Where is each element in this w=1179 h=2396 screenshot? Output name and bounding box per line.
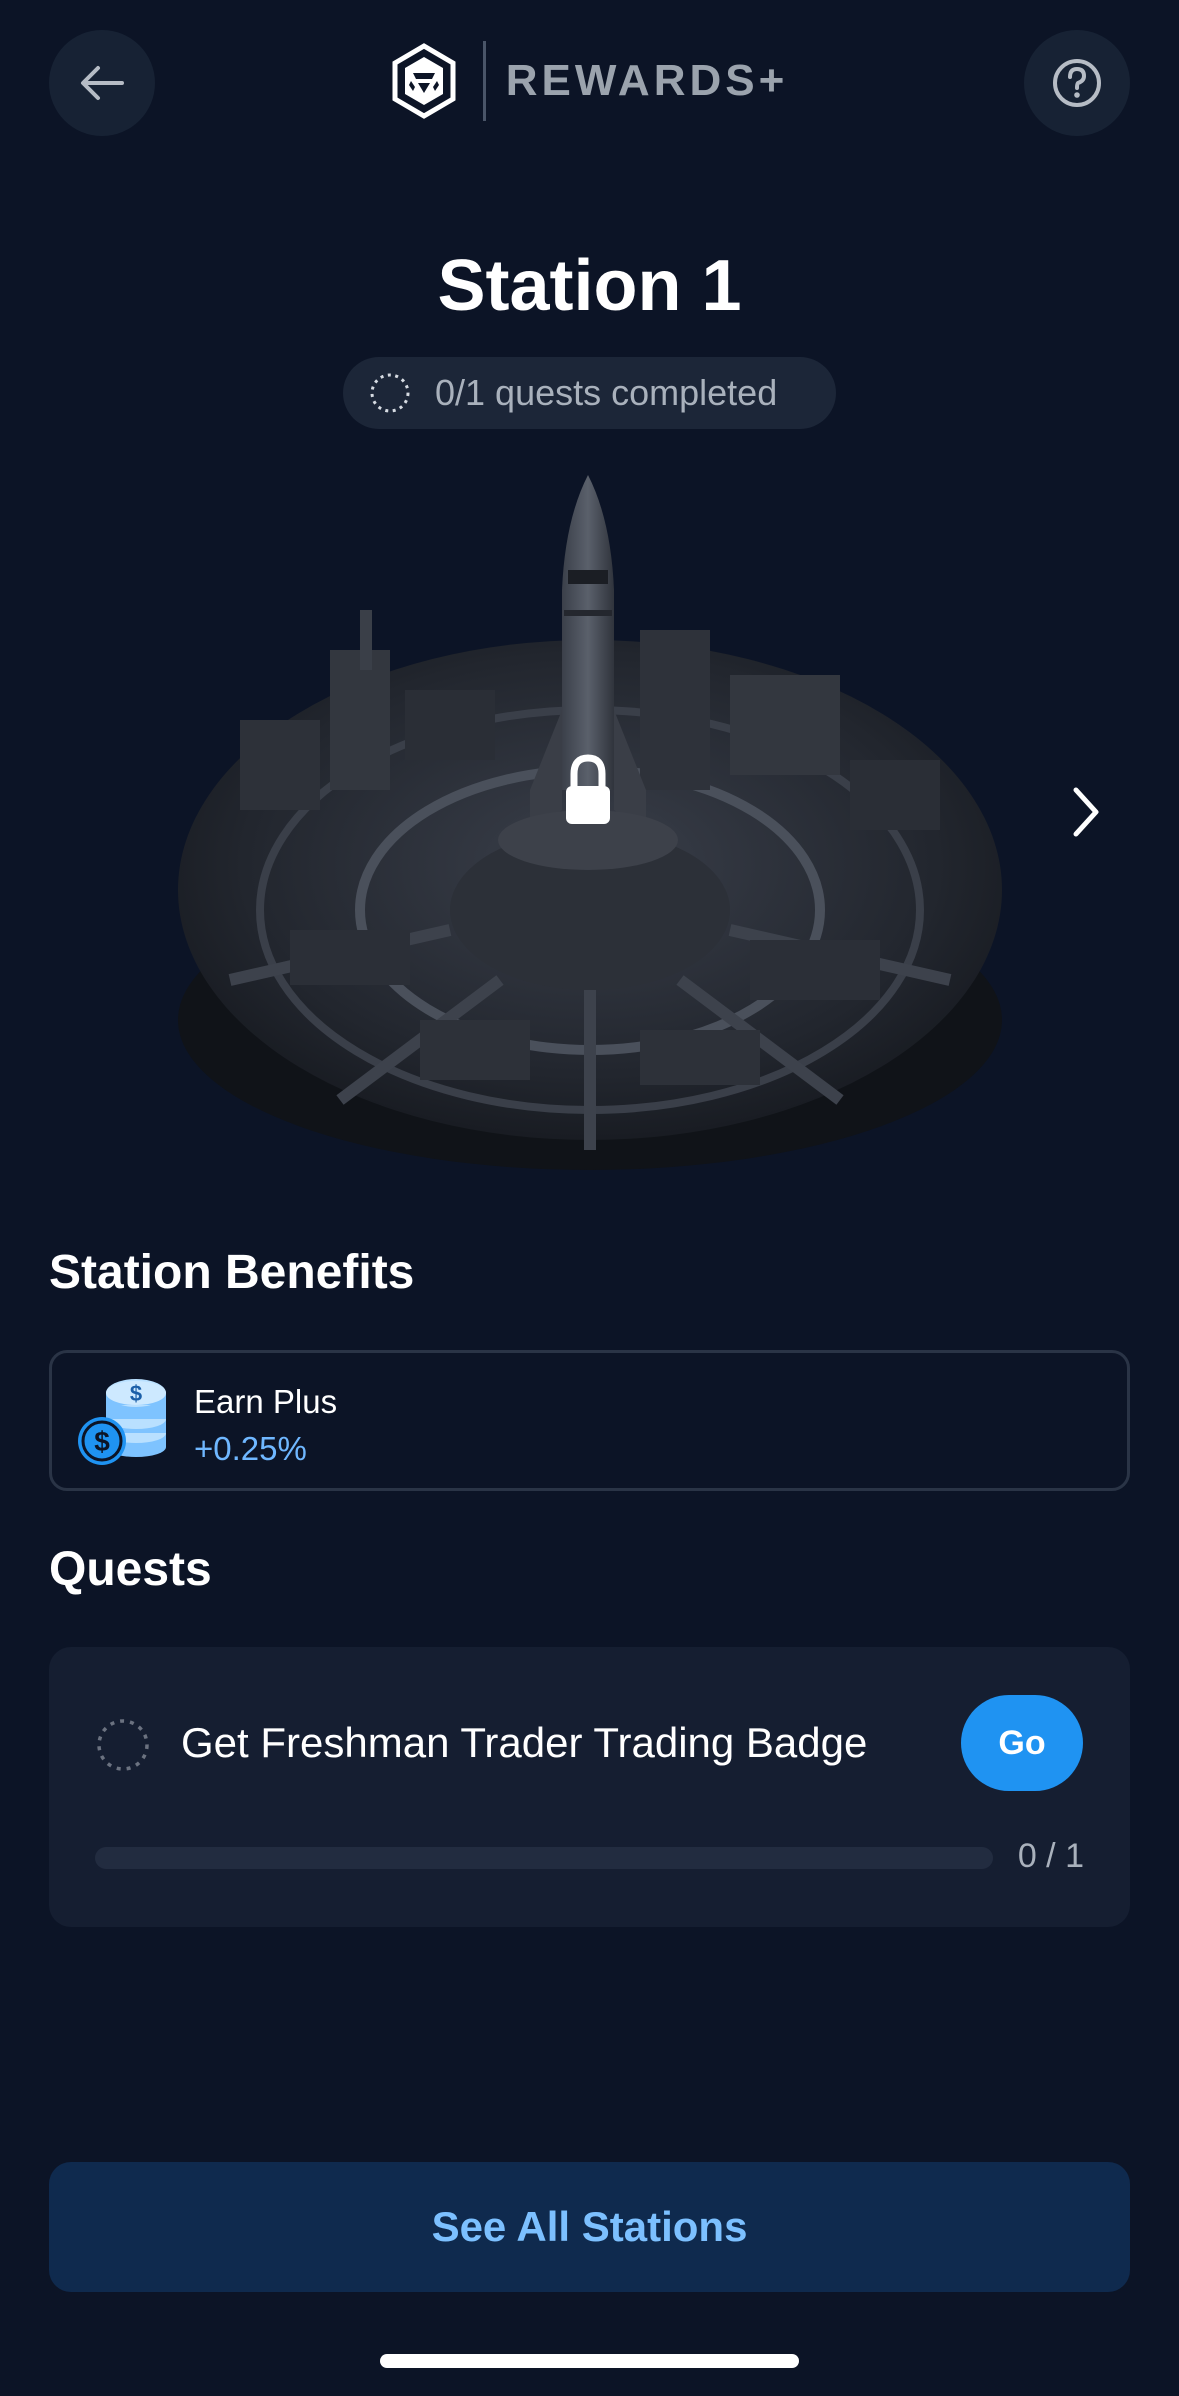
quest-label: Get Freshman Trader Trading Badge — [181, 1719, 868, 1766]
crypto-com-logo-icon — [392, 43, 456, 119]
quest-card: Get Freshman Trader Trading Badge Go 0 /… — [49, 1647, 1130, 1927]
chevron-right-icon[interactable] — [1068, 784, 1104, 840]
station-illustration — [178, 475, 1002, 1170]
svg-text:$: $ — [94, 1426, 110, 1457]
rewards-brand: REWARDS+ — [0, 40, 1179, 122]
coins-icon: $ $ — [78, 1379, 166, 1465]
home-indicator — [380, 2354, 799, 2368]
quest-status-ring-icon — [97, 1719, 149, 1771]
see-all-stations-button[interactable]: See All Stations — [49, 2162, 1130, 2292]
station-page: REWARDS+ Station 1 0/1 quests completed — [0, 0, 1179, 2396]
brand-text: REWARDS+ — [505, 56, 789, 105]
quests-progress-text: 0/1 quests completed — [435, 372, 778, 413]
help-button[interactable] — [1024, 30, 1130, 136]
benefit-value: +0.25% — [194, 1430, 307, 1467]
question-circle-icon — [1053, 59, 1101, 107]
brand-divider — [482, 41, 486, 121]
quests-heading: Quests — [49, 1543, 212, 1596]
svg-text:$: $ — [130, 1381, 142, 1406]
dashed-ring-icon — [370, 373, 410, 413]
benefit-label: Earn Plus — [194, 1383, 338, 1420]
quest-count: 0 / 1 — [1017, 1837, 1084, 1875]
benefits-heading: Station Benefits — [49, 1246, 415, 1299]
quest-progress-bar — [95, 1847, 993, 1869]
page-title: Station 1 — [437, 246, 742, 326]
go-button[interactable]: Go — [961, 1695, 1083, 1791]
quests-progress-badge: 0/1 quests completed — [343, 357, 836, 429]
benefit-card: $ $ Earn Plus +0.25% — [49, 1350, 1130, 1491]
